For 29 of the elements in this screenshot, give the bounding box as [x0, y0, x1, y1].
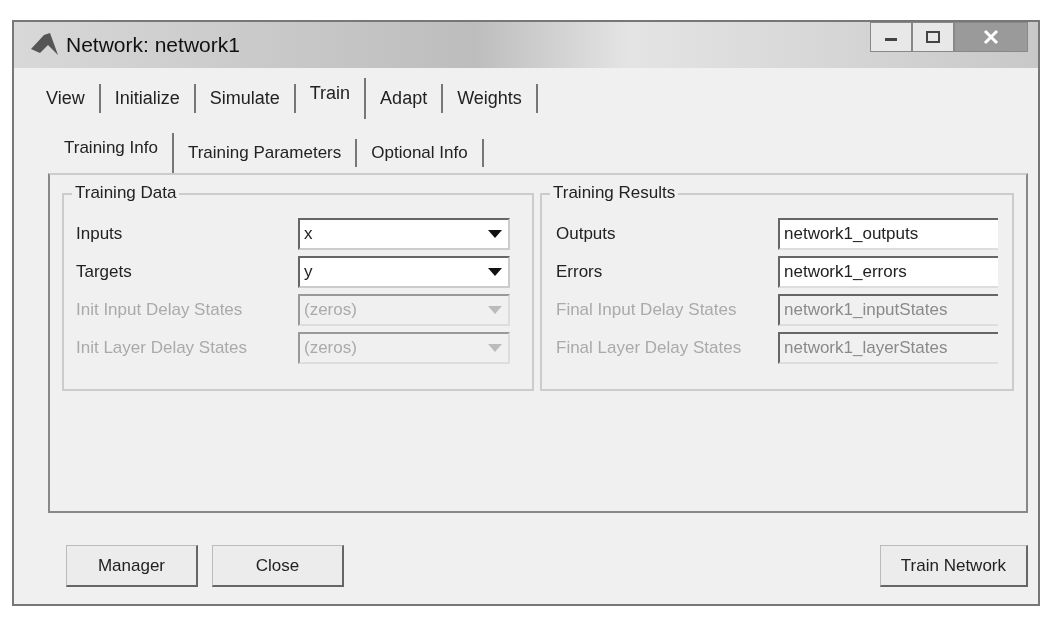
group-title: Training Data [72, 183, 180, 203]
field-label: Errors [556, 262, 604, 282]
field-label: Inputs [76, 224, 124, 244]
tab[interactable]: Training Parameters [173, 139, 358, 167]
field-label: Init Layer Delay States [76, 338, 249, 358]
dropdown[interactable]: y [298, 256, 510, 288]
dialog-button[interactable]: Train Network [879, 545, 1028, 587]
dropdown[interactable]: x [298, 218, 510, 250]
tab[interactable]: Weights [443, 84, 538, 113]
tab[interactable]: Adapt [366, 84, 444, 113]
tab[interactable]: Initialize [100, 84, 196, 113]
field-label: Init Input Delay States [76, 300, 244, 320]
close-button[interactable] [954, 22, 1028, 52]
close-icon [983, 29, 999, 45]
tab[interactable]: View [32, 84, 101, 113]
field-label: Final Layer Delay States [556, 338, 743, 358]
text-field[interactable]: network1_errors [778, 256, 998, 288]
tab[interactable]: Optional Info [357, 139, 484, 167]
window-title: Network: network1 [66, 33, 240, 57]
minimize-button[interactable] [870, 22, 912, 52]
field-label: Final Input Delay States [556, 300, 738, 320]
maximize-icon [926, 31, 940, 43]
text-field[interactable]: network1_outputs [778, 218, 998, 250]
field-label: Outputs [556, 224, 617, 244]
field-label: Targets [76, 262, 133, 282]
maximize-button[interactable] [912, 22, 954, 52]
dialog-button[interactable]: Manager [66, 545, 198, 587]
group-title: Training Results [550, 183, 679, 203]
dialog-button[interactable]: Close [212, 545, 344, 587]
